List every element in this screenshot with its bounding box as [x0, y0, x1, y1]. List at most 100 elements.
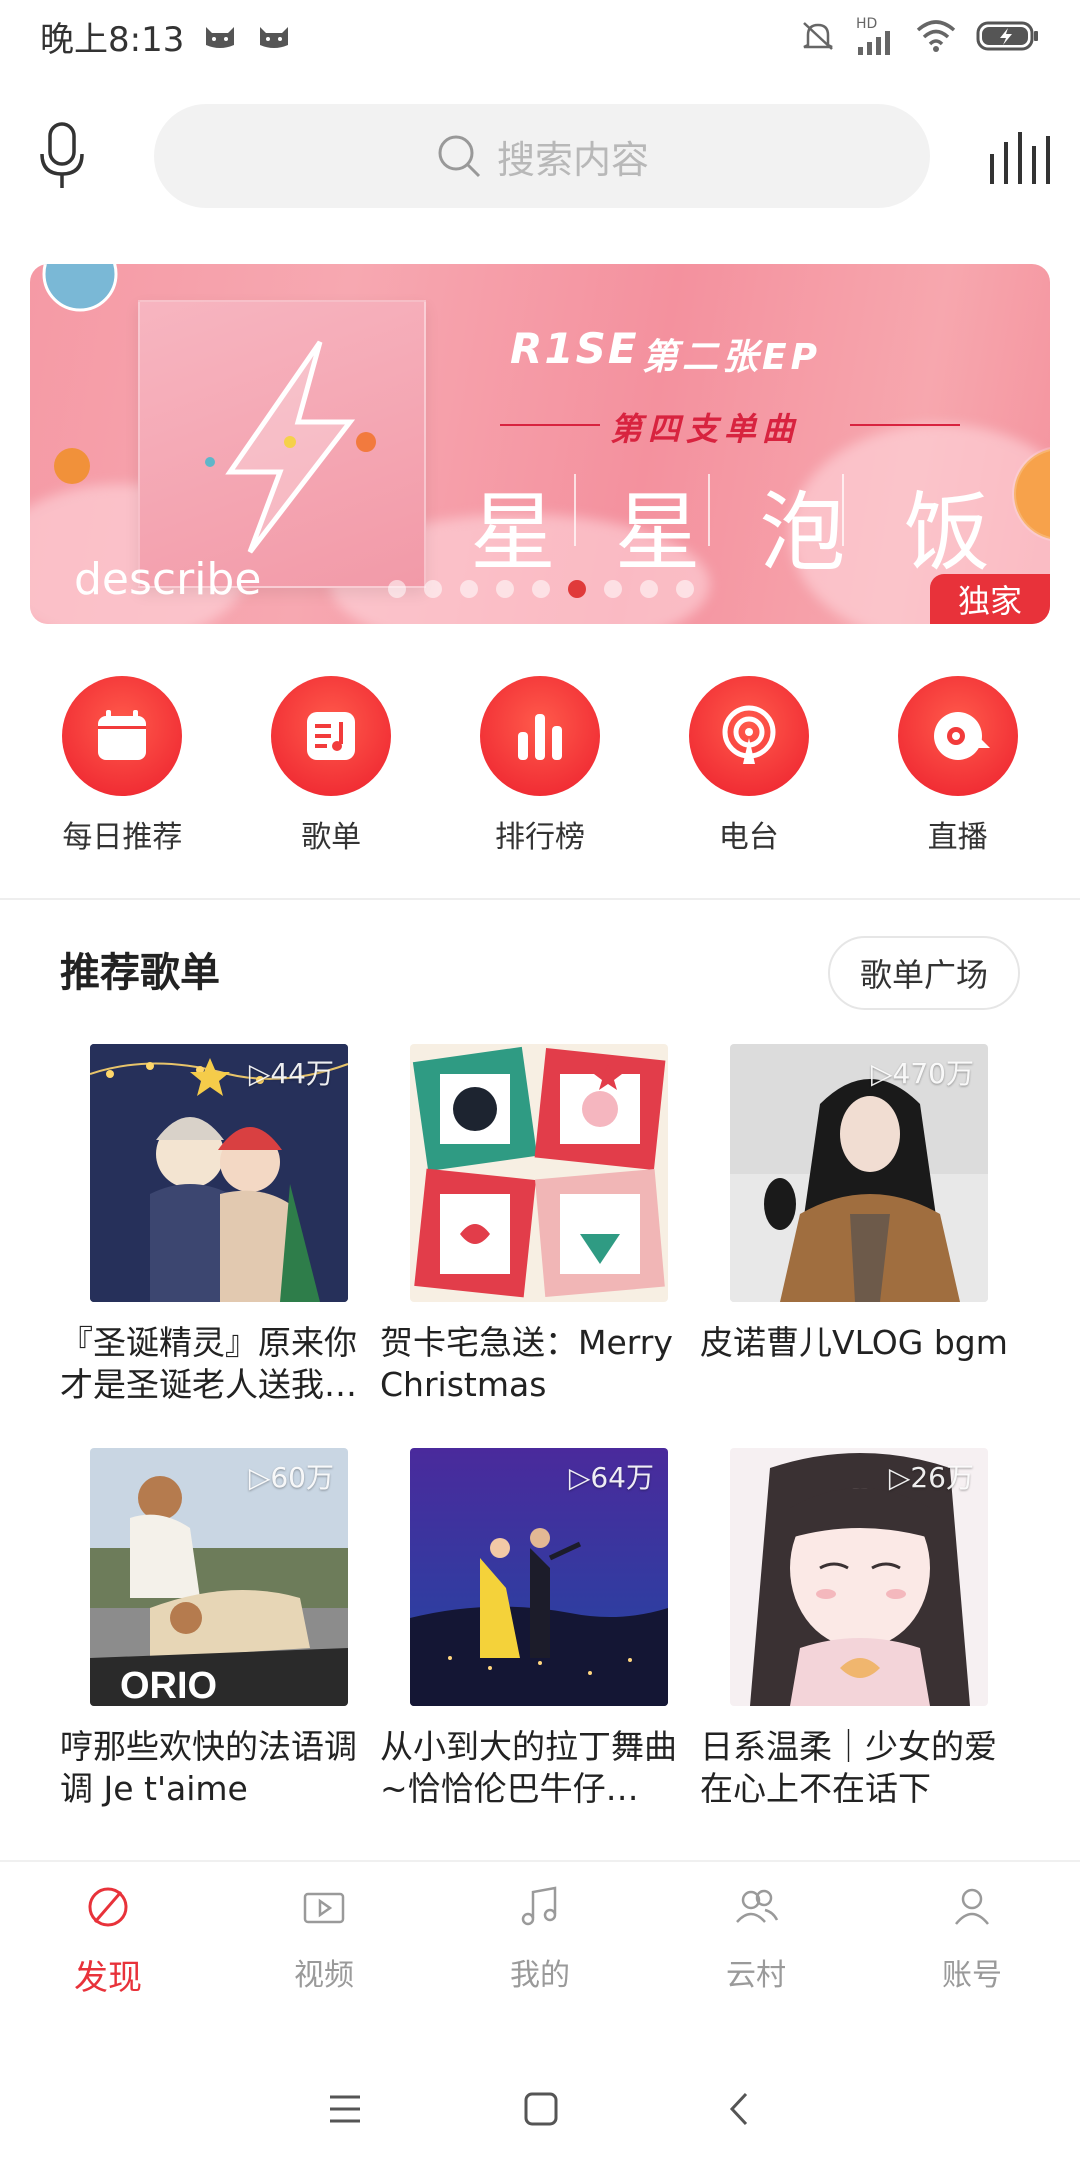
banner-brand: R1SE: [510, 324, 639, 373]
play-count: ▷60万: [248, 1461, 334, 1494]
tab-label: 账号: [942, 1958, 1002, 1993]
wifi-icon: [916, 20, 956, 52]
menu-icon[interactable]: [328, 2094, 362, 2124]
pagination-dot[interactable]: [640, 580, 658, 598]
back-icon[interactable]: [728, 2092, 750, 2126]
pagination-dot[interactable]: [424, 580, 442, 598]
search-bar[interactable]: 搜索内容: [154, 104, 930, 208]
playlist-title: 从小到大的拉丁舞曲~恰恰伦巴牛仔…: [380, 1727, 677, 1808]
signal-icon: [858, 31, 890, 55]
quick-entry-circle: [688, 676, 809, 796]
quick-entry-circle: [897, 676, 1018, 796]
quick-entries: 每日推荐 歌单 排行榜 电台 直播: [0, 676, 1080, 856]
playlist-cover: ▷470万: [730, 1044, 988, 1302]
banner-description: describe: [74, 554, 262, 605]
quick-entry-label: 直播: [927, 820, 988, 855]
mute-bell-icon: [803, 22, 833, 50]
promo-banner[interactable]: R1SE 第二张EP 第四支单曲 星 星 泡 饭 describe 独家: [30, 264, 1050, 624]
pagination-dot-active[interactable]: [568, 580, 586, 598]
banner-ep-text: 第二张EP: [642, 337, 821, 378]
quick-entry-circle: [271, 676, 392, 796]
planet-decoration: [54, 448, 90, 484]
recommend-title: 推荐歌单: [60, 950, 220, 996]
account-icon: [955, 1888, 989, 1925]
play-count: ▷44万: [248, 1057, 334, 1090]
live-icon: [933, 712, 990, 760]
cover-illustration: [410, 1044, 668, 1302]
playlist-cover: ▷44万: [90, 1044, 348, 1302]
quick-entry-circle: [479, 676, 600, 796]
pagination-dot[interactable]: [532, 580, 550, 598]
playlist-cover: [410, 1044, 668, 1302]
playlist-icon: [307, 712, 356, 760]
tab-mine[interactable]: 我的: [432, 1862, 648, 2030]
community-icon: [736, 1889, 779, 1923]
banner-song-title: 星 星 泡 饭: [470, 462, 990, 587]
quick-entry-playlist[interactable]: 歌单: [246, 676, 416, 856]
status-bar: 晚上8:13 HD: [0, 0, 1080, 72]
album-cover: [138, 300, 426, 588]
pagination-dot[interactable]: [460, 580, 478, 598]
calendar-icon: [98, 710, 147, 760]
tab-video[interactable]: 视频: [216, 1862, 432, 2030]
quick-entry-label: 排行榜: [494, 820, 585, 855]
lightning-bolt-icon: [205, 340, 376, 554]
tab-account[interactable]: 账号: [864, 1862, 1080, 2030]
playlist-title: 日系温柔｜少女的爱在心上不在话下: [700, 1727, 997, 1808]
now-playing-bars-icon[interactable]: [988, 130, 1050, 186]
song-char: 星: [470, 483, 556, 583]
quick-entry-label: 歌单: [301, 820, 362, 855]
play-count: ▷64万: [568, 1461, 654, 1494]
playlist-title: 哼那些欢快的法语调调 Je t'aime: [60, 1727, 357, 1808]
discover-icon: [88, 1887, 128, 1927]
exclusive-badge: 独家: [930, 574, 1050, 624]
quick-entry-live[interactable]: 直播: [873, 676, 1043, 856]
pagination-dot[interactable]: [676, 580, 694, 598]
pagination-dot[interactable]: [604, 580, 622, 598]
playlist-square-button[interactable]: 歌单广场: [828, 936, 1020, 1010]
quick-entry-label: 电台: [718, 820, 779, 855]
android-notification-icon: [206, 27, 235, 48]
banner-line: [500, 424, 600, 426]
song-separator: [842, 474, 844, 546]
tab-label: 发现: [74, 1958, 142, 1998]
banner-line: [850, 424, 960, 426]
search-placeholder: 搜索内容: [496, 137, 649, 182]
system-navigation-bar: [0, 2060, 1080, 2160]
quick-entry-daily[interactable]: 每日推荐: [37, 676, 207, 856]
battery-charging-icon: [976, 21, 1038, 51]
banner-pagination[interactable]: [388, 580, 694, 598]
playlist-title: 『圣诞精灵』原来你才是圣诞老人送我…: [60, 1323, 357, 1404]
chart-bars-icon: [517, 714, 562, 760]
pagination-dot[interactable]: [496, 580, 514, 598]
tab-label: 视频: [294, 1958, 354, 1993]
playlist-cover: ▷64万: [410, 1448, 668, 1706]
planet-decoration: [1012, 447, 1050, 541]
song-separator: [574, 474, 576, 546]
playlist-cover: ORIO ▷60万: [90, 1448, 348, 1706]
playlist-cover: ▷26万: [730, 1448, 988, 1706]
video-icon: [303, 1892, 345, 1924]
home-icon[interactable]: [524, 2092, 558, 2126]
svg-text:ORIO: ORIO: [120, 1665, 217, 1706]
play-count: ▷470万: [871, 1057, 974, 1090]
play-count: ▷26万: [888, 1461, 974, 1494]
top-search-row: 搜索内容: [0, 100, 1080, 212]
network-type-label: HD: [856, 16, 878, 32]
bottom-tab-bar: 发现 视频 我的 云村 账号: [0, 1862, 1080, 2030]
quick-entry-radio[interactable]: 电台: [664, 676, 834, 856]
song-char: 饭: [903, 483, 990, 583]
music-note-icon: [521, 1886, 557, 1926]
playlist-title: 皮诺曹儿VLOG bgm: [700, 1323, 1008, 1362]
quick-entry-label: 每日推荐: [62, 820, 183, 855]
song-separator: [708, 474, 710, 546]
tab-community[interactable]: 云村: [648, 1862, 864, 2030]
radio-icon: [722, 705, 776, 764]
microphone-icon[interactable]: [36, 122, 88, 190]
banner-single-text: 第四支单曲: [610, 410, 801, 448]
section-divider: [0, 898, 1080, 900]
pagination-dot[interactable]: [388, 580, 406, 598]
tab-discover[interactable]: 发现: [0, 1862, 216, 2030]
song-char: 泡: [759, 483, 846, 583]
quick-entry-charts[interactable]: 排行榜: [455, 676, 625, 856]
